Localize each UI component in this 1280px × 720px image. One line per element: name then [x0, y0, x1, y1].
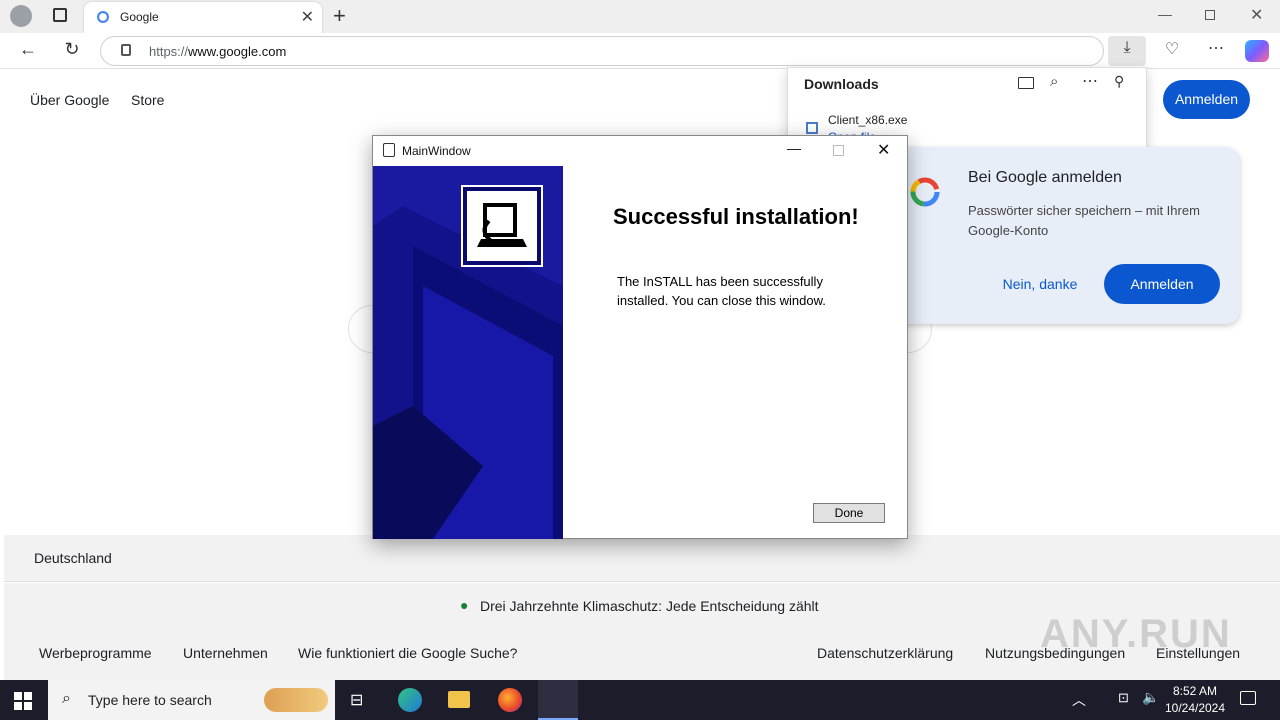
done-button[interactable]: Done — [813, 503, 885, 523]
tab-google[interactable]: Google ✕ — [84, 2, 322, 33]
footer-country-bar: Deutschland — [4, 535, 1280, 582]
restore-icon[interactable] — [1205, 10, 1215, 20]
leaf-icon: ● — [460, 597, 469, 613]
climate-link[interactable]: Drei Jahrzehnte Klimaschutz: Jede Entsch… — [480, 598, 819, 614]
installer-minimize-icon[interactable]: — — [787, 140, 801, 156]
store-link[interactable]: Store — [131, 92, 164, 108]
taskbar-clock[interactable]: 8:52 AM 10/24/2024 — [1160, 683, 1230, 717]
search-highlight-icon — [264, 688, 328, 712]
profile-icon[interactable] — [10, 5, 32, 27]
download-icon: ⤓ — [1123, 39, 1131, 56]
tab-actions-icon[interactable] — [53, 8, 67, 22]
about-google-link[interactable]: Über Google — [30, 92, 109, 108]
installer-maximize-icon — [833, 145, 844, 156]
anyrun-watermark: ANY.RUN — [1040, 612, 1232, 656]
installer-message: The InSTALL has been successfully instal… — [617, 274, 826, 308]
installer-window-title: MainWindow — [402, 144, 471, 158]
installer-logo — [461, 185, 543, 267]
decline-button[interactable]: Nein, danke — [988, 265, 1092, 303]
download-file-name[interactable]: Client_x86.exe — [828, 113, 907, 127]
footer-link-werbeprogramme[interactable]: Werbeprogramme — [39, 645, 152, 661]
installer-taskbar-icon[interactable] — [538, 680, 578, 720]
app-icon — [383, 143, 395, 157]
file-explorer-icon[interactable] — [448, 691, 470, 708]
installer-logo-icon — [477, 203, 527, 247]
taskbar-search-icon: ⌕ — [62, 690, 71, 707]
refresh-icon[interactable]: ↻ — [60, 39, 84, 60]
notifications-icon[interactable] — [1240, 691, 1256, 705]
close-window-icon[interactable]: ✕ — [1250, 5, 1263, 25]
clock-date: 10/24/2024 — [1164, 701, 1226, 715]
installer-window: MainWindow — ✕ Successful installation! … — [372, 135, 908, 539]
minimize-icon[interactable]: — — [1158, 6, 1172, 22]
footer-link-unternehmen[interactable]: Unternehmen — [183, 645, 268, 661]
clock-time: 8:52 AM — [1172, 684, 1218, 698]
taskbar-search-placeholder: Type here to search — [88, 692, 212, 708]
network-icon[interactable]: ⊡ — [1118, 690, 1129, 706]
installer-side-banner — [373, 166, 563, 539]
google-g-icon — [910, 177, 940, 207]
address-bar[interactable]: https://www.google.com — [100, 36, 1104, 66]
google-favicon-icon — [97, 11, 109, 23]
browser-essentials-icon[interactable]: ♡ — [1160, 39, 1184, 59]
url-text: https://www.google.com — [149, 44, 287, 59]
edge-taskbar-icon[interactable] — [398, 688, 422, 712]
volume-icon[interactable]: 🔈 — [1142, 689, 1159, 706]
search-downloads-icon[interactable]: ⌕ — [1050, 73, 1058, 90]
more-menu-icon[interactable]: ⋯ — [1204, 38, 1228, 58]
installer-close-icon[interactable]: ✕ — [877, 140, 890, 160]
firefox-icon[interactable] — [498, 688, 522, 712]
windows-start-icon[interactable] — [14, 692, 32, 710]
pin-icon[interactable]: ⚲ — [1114, 73, 1124, 90]
task-view-icon[interactable]: ⊟ — [350, 690, 363, 710]
popup-body: Passwörter sicher speichern – mit Ihrem … — [968, 203, 1200, 238]
accept-signin-button[interactable]: Anmelden — [1104, 264, 1220, 304]
new-tab-icon[interactable]: + — [333, 3, 346, 29]
more-options-icon[interactable]: ⋯ — [1082, 71, 1098, 91]
exe-file-icon — [806, 122, 818, 134]
downloads-title: Downloads — [804, 76, 879, 92]
tab-close-icon[interactable]: ✕ — [301, 7, 314, 27]
show-hidden-icons[interactable]: ︿ — [1072, 690, 1086, 710]
tab-title: Google — [120, 10, 159, 24]
installer-heading: Successful installation! — [613, 204, 859, 229]
footer-link-how-search-works[interactable]: Wie funktioniert die Google Suche? — [298, 645, 517, 661]
installer-titlebar[interactable]: MainWindow — ✕ — [373, 136, 907, 166]
country-label: Deutschland — [34, 550, 112, 566]
lock-icon[interactable] — [121, 44, 131, 56]
taskbar: ⌕ Type here to search ⊟ ︿ ⊡ 🔈 8:52 AM 10… — [0, 680, 1280, 720]
back-icon[interactable]: ← — [16, 39, 40, 60]
google-signin-button[interactable]: Anmelden — [1163, 80, 1250, 119]
footer-link-privacy[interactable]: Datenschutzerklärung — [817, 645, 953, 661]
open-folder-icon[interactable] — [1018, 77, 1034, 89]
taskbar-search[interactable]: ⌕ Type here to search — [48, 680, 335, 720]
popup-heading: Bei Google anmelden — [968, 169, 1122, 186]
copilot-icon[interactable] — [1245, 40, 1269, 62]
google-signin-popup: Bei Google anmelden Passwörter sicher sp… — [890, 147, 1240, 324]
